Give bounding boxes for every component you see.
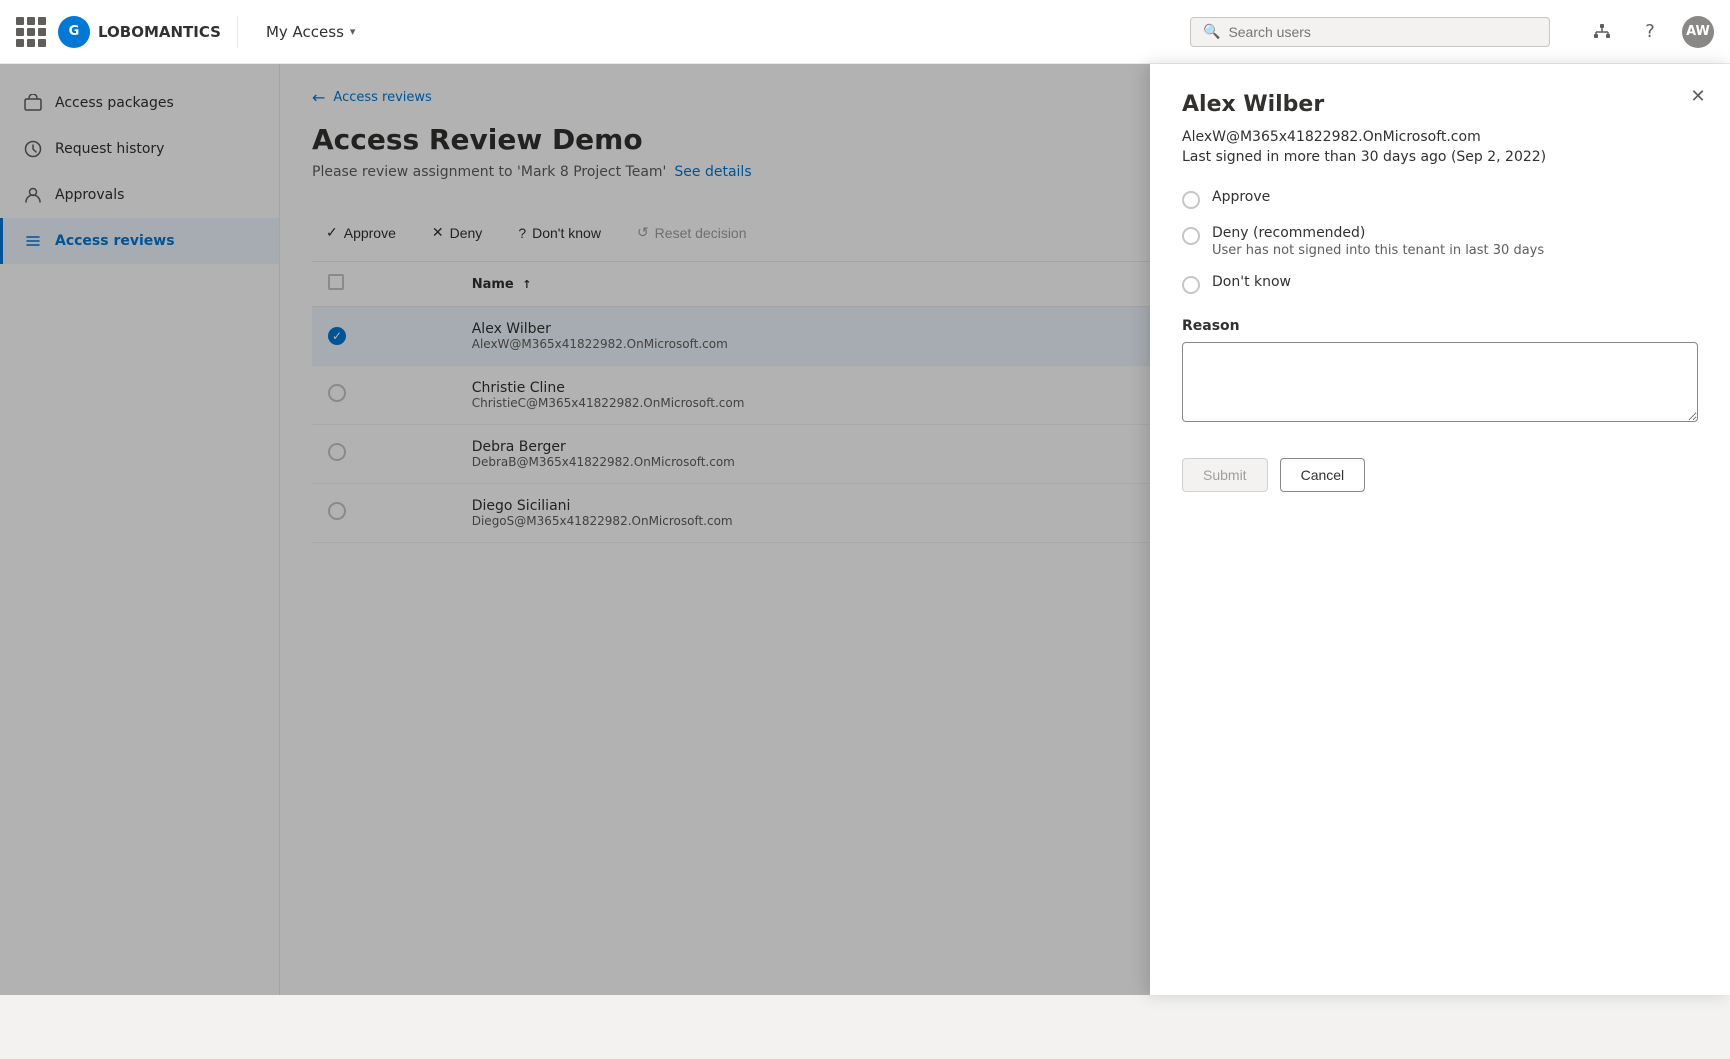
cancel-button[interactable]: Cancel <box>1280 458 1366 492</box>
org-chart-icon[interactable] <box>1586 16 1618 48</box>
option-dont-know[interactable]: Don't know <box>1182 274 1698 294</box>
app-launcher-button[interactable] <box>16 17 46 47</box>
dont-know-option-label: Don't know <box>1212 274 1291 290</box>
search-icon: 🔍 <box>1203 24 1220 40</box>
user-avatar[interactable]: AW <box>1682 16 1714 48</box>
panel-close-button[interactable]: ✕ <box>1682 80 1714 112</box>
top-navigation: G LOBOMANTICS My Access ▾ 🔍 ? AW <box>0 0 1730 64</box>
panel-user-email: AlexW@M365x41822982.OnMicrosoft.com <box>1182 129 1698 145</box>
topnav-right-actions: ? AW <box>1586 16 1714 48</box>
approve-radio[interactable] <box>1182 191 1200 209</box>
search-input[interactable] <box>1228 24 1537 40</box>
help-icon[interactable]: ? <box>1634 16 1666 48</box>
side-panel: ✕ Alex Wilber AlexW@M365x41822982.OnMicr… <box>1150 64 1730 995</box>
search-bar[interactable]: 🔍 <box>1190 17 1550 47</box>
panel-last-sign-in: Last signed in more than 30 days ago (Se… <box>1182 149 1698 165</box>
deny-recommended-label: Deny (recommended) <box>1212 225 1544 241</box>
reason-label: Reason <box>1182 318 1698 334</box>
logo-area: G LOBOMANTICS <box>58 16 238 48</box>
option-approve[interactable]: Approve <box>1182 189 1698 209</box>
panel-options: Approve Deny (recommended) User has not … <box>1182 189 1698 294</box>
panel-actions: Submit Cancel <box>1182 458 1698 492</box>
submit-button[interactable]: Submit <box>1182 458 1268 492</box>
app-title-label: My Access <box>266 23 344 41</box>
logo-icon: G <box>58 16 90 48</box>
dont-know-radio[interactable] <box>1182 276 1200 294</box>
reason-textarea[interactable] <box>1182 342 1698 422</box>
approve-option-label: Approve <box>1212 189 1270 205</box>
company-name: LOBOMANTICS <box>98 23 221 41</box>
option-deny-recommended[interactable]: Deny (recommended) User has not signed i… <box>1182 225 1698 258</box>
deny-recommended-radio[interactable] <box>1182 227 1200 245</box>
panel-user-name: Alex Wilber <box>1182 92 1698 117</box>
deny-recommended-hint: User has not signed into this tenant in … <box>1212 243 1544 258</box>
app-title-chevron-icon: ▾ <box>350 25 356 38</box>
app-title-button[interactable]: My Access ▾ <box>250 23 355 41</box>
